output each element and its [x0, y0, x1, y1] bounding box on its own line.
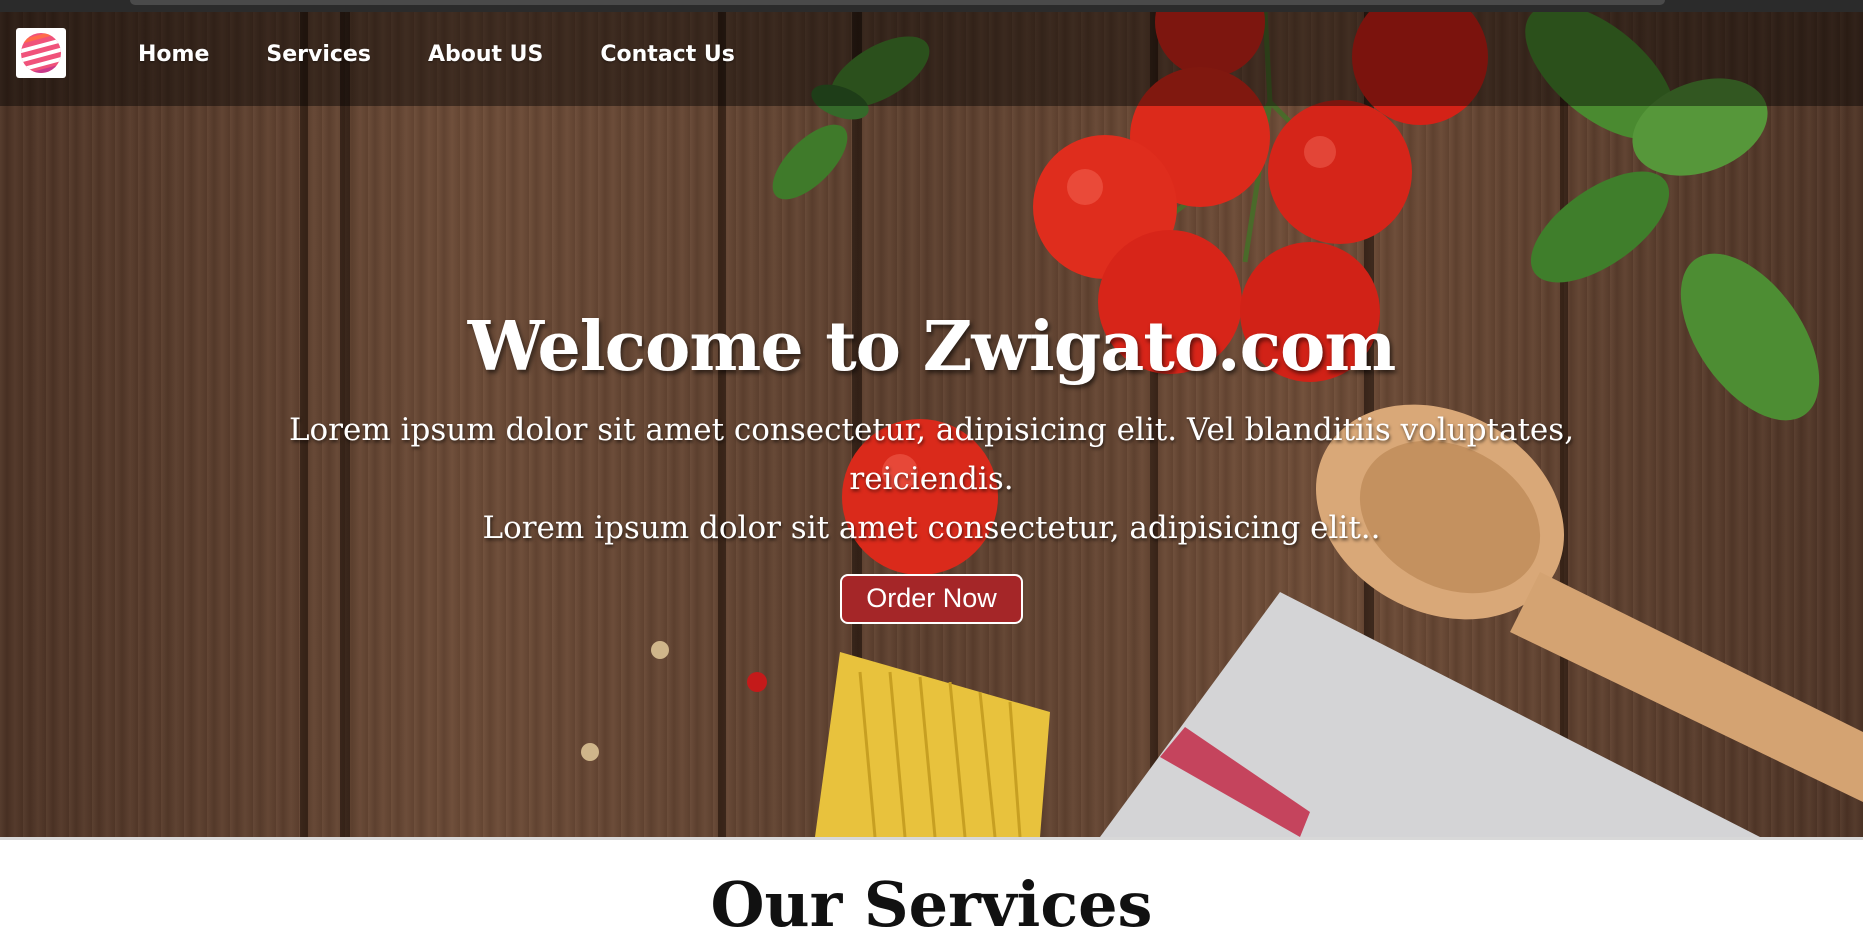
- top-navbar: Home Services About US Contact Us: [0, 12, 1863, 106]
- hero-description: Lorem ipsum dolor sit amet consectetur, …: [288, 412, 1575, 497]
- peppercorn: [581, 743, 599, 761]
- nav-link-contact[interactable]: Contact Us: [600, 42, 734, 67]
- order-now-button[interactable]: Order Now: [840, 574, 1023, 624]
- services-heading: Our Services: [710, 868, 1153, 941]
- nav-link-about[interactable]: About US: [428, 42, 543, 67]
- peppercorn-red: [747, 672, 767, 692]
- site-logo[interactable]: [16, 28, 66, 78]
- nav-link-home[interactable]: Home: [138, 42, 209, 67]
- section-divider: [0, 837, 1863, 840]
- browser-top-strip: [0, 0, 1863, 12]
- nav-links: Home Services About US Contact Us: [138, 42, 792, 67]
- nav-link-services[interactable]: Services: [266, 42, 371, 67]
- hero-description-secondary: Lorem ipsum dolor sit amet consectetur, …: [482, 510, 1381, 546]
- spaghetti-bundle: [815, 652, 1050, 837]
- kitchen-towel: [1100, 592, 1760, 837]
- top-scroll-bar: [130, 0, 1665, 5]
- hero-content: Welcome to Zwigato.com Lorem ipsum dolor…: [0, 300, 1863, 624]
- peppercorn: [651, 641, 669, 659]
- striped-globe-logo-icon: [21, 33, 61, 73]
- hero-title: Welcome to Zwigato.com: [467, 307, 1397, 387]
